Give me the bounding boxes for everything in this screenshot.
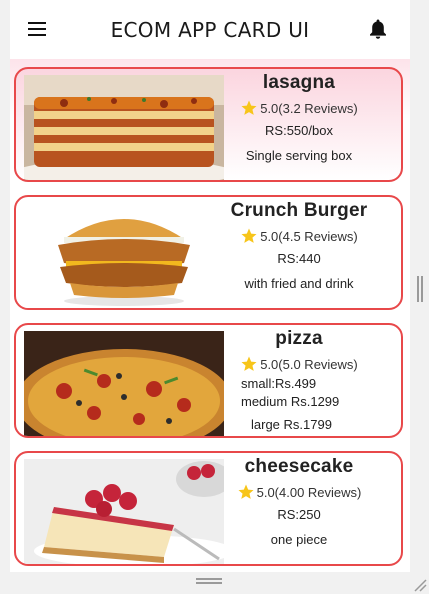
- menu-icon[interactable]: [28, 22, 46, 36]
- product-price: RS:250: [277, 507, 321, 522]
- product-name: cheesecake: [244, 456, 354, 477]
- product-card-cheesecake[interactable]: cheesecake 5.0(4.00 Reviews) RS:250 one …: [14, 451, 403, 566]
- pizza-image: [24, 331, 224, 436]
- product-card-pizza[interactable]: pizza 5.0(5.0 Reviews) small:Rs.499 medi…: [14, 323, 403, 438]
- product-detail: Single serving box: [245, 148, 353, 163]
- lasagna-image: [24, 75, 224, 180]
- product-card-lasagna[interactable]: lasagna 5.0(3.2 Reviews) RS:550/box Sing…: [14, 67, 403, 182]
- product-name: lasagna: [262, 72, 336, 93]
- star-icon: [241, 356, 257, 371]
- product-card-crunch-burger[interactable]: Crunch Burger 5.0(4.5 Reviews) RS:440 wi…: [14, 195, 403, 310]
- app-window: ECOM APP CARD UI lasagna 5.0(3.2 Reviews…: [10, 0, 410, 572]
- resize-grip-icon[interactable]: [413, 578, 427, 592]
- horizontal-resize-handle[interactable]: [196, 578, 222, 584]
- app-bar: ECOM APP CARD UI: [10, 0, 410, 60]
- product-price: RS:440: [277, 251, 321, 266]
- cheesecake-image: [24, 459, 224, 564]
- star-icon: [238, 484, 254, 499]
- product-rating: 5.0(5.0 Reviews): [224, 355, 374, 373]
- cheesecake-info: cheesecake 5.0(4.00 Reviews) RS:250 one …: [224, 453, 374, 547]
- rating-text: 5.0(5.0 Reviews): [260, 356, 358, 372]
- product-price-large: large Rs.1799: [251, 417, 332, 432]
- rating-text: 5.0(3.2 Reviews): [260, 100, 358, 116]
- star-icon: [241, 228, 257, 243]
- rating-text: 5.0(4.5 Reviews): [260, 228, 358, 244]
- star-icon: [241, 100, 257, 115]
- product-name: pizza: [275, 328, 323, 349]
- product-price: RS:550/box: [265, 123, 333, 138]
- vertical-resize-handle[interactable]: [417, 276, 423, 302]
- product-rating: 5.0(4.5 Reviews): [224, 227, 374, 245]
- product-rating: 5.0(3.2 Reviews): [224, 99, 374, 117]
- product-price-small: small:Rs.499: [241, 376, 317, 391]
- product-list: lasagna 5.0(3.2 Reviews) RS:550/box Sing…: [10, 59, 410, 572]
- rating-text: 5.0(4.00 Reviews): [256, 484, 362, 500]
- lasagna-info: lasagna 5.0(3.2 Reviews) RS:550/box Sing…: [224, 69, 374, 163]
- crunch-burger-info: Crunch Burger 5.0(4.5 Reviews) RS:440 wi…: [224, 197, 374, 291]
- product-rating: 5.0(4.00 Reviews): [224, 483, 374, 501]
- pizza-info: pizza 5.0(5.0 Reviews) small:Rs.499 medi…: [224, 325, 374, 432]
- app-title: ECOM APP CARD UI: [110, 17, 310, 42]
- product-name: Crunch Burger: [230, 200, 368, 221]
- product-detail: one piece: [270, 532, 328, 547]
- product-price-medium: medium Rs.1299: [241, 394, 340, 409]
- product-detail: with fried and drink: [244, 276, 354, 291]
- crunch-burger-image: [24, 203, 224, 308]
- bell-icon[interactable]: [368, 18, 388, 40]
